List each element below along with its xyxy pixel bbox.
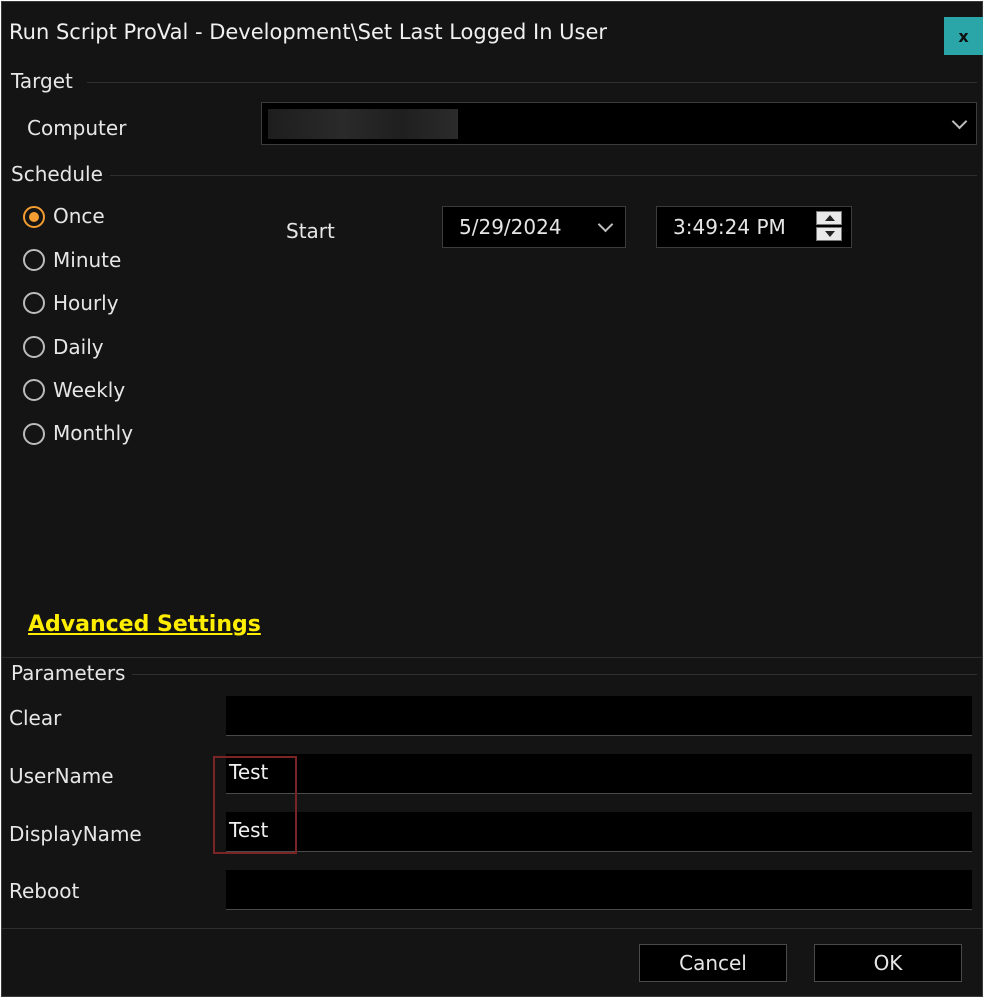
time-spinner[interactable] bbox=[816, 211, 846, 241]
schedule-divider bbox=[110, 175, 977, 176]
radio-monthly[interactable] bbox=[23, 423, 45, 445]
schedule-group-label: Schedule bbox=[11, 162, 103, 186]
computer-select[interactable] bbox=[261, 102, 977, 145]
radio-once-label[interactable]: Once bbox=[53, 204, 105, 228]
arrow-down-icon bbox=[825, 231, 835, 237]
radio-hourly-label[interactable]: Hourly bbox=[53, 291, 119, 315]
chevron-down-icon[interactable] bbox=[951, 113, 968, 130]
param-displayname-label: DisplayName bbox=[9, 822, 142, 846]
parameters-divider bbox=[132, 674, 977, 675]
param-clear-input[interactable] bbox=[226, 696, 972, 736]
param-username-label: UserName bbox=[9, 764, 114, 788]
highlight-annotation-box bbox=[213, 756, 297, 854]
radio-daily[interactable] bbox=[23, 336, 45, 358]
spin-up-button[interactable] bbox=[816, 211, 842, 225]
arrow-up-icon bbox=[825, 215, 835, 221]
parameters-top-divider bbox=[2, 657, 982, 658]
footer-divider bbox=[2, 928, 982, 929]
radio-minute-label[interactable]: Minute bbox=[53, 248, 121, 272]
chevron-down-icon[interactable] bbox=[597, 216, 614, 233]
parameters-group-label: Parameters bbox=[11, 661, 126, 685]
redacted-computer-name bbox=[268, 109, 458, 139]
window-title: Run Script ProVal - Development\Set Last… bbox=[9, 20, 608, 44]
spin-down-button[interactable] bbox=[816, 227, 842, 241]
start-date-value: 5/29/2024 bbox=[459, 215, 562, 239]
start-time-value: 3:49:24 PM bbox=[673, 215, 786, 239]
computer-label: Computer bbox=[27, 116, 127, 140]
ok-button[interactable]: OK bbox=[814, 944, 962, 982]
radio-weekly[interactable] bbox=[23, 379, 45, 401]
title-bar: Run Script ProVal - Development\Set Last… bbox=[2, 2, 983, 62]
param-clear-label: Clear bbox=[9, 706, 62, 730]
radio-hourly[interactable] bbox=[23, 292, 45, 314]
param-displayname-input[interactable]: Test bbox=[226, 812, 972, 852]
advanced-settings-link[interactable]: Advanced Settings bbox=[28, 612, 261, 637]
start-label: Start bbox=[286, 219, 335, 243]
radio-daily-label[interactable]: Daily bbox=[53, 335, 104, 359]
radio-minute[interactable] bbox=[23, 249, 45, 271]
radio-once[interactable] bbox=[23, 206, 45, 228]
close-button[interactable]: x bbox=[944, 17, 983, 55]
param-reboot-input[interactable] bbox=[226, 870, 972, 910]
radio-monthly-label[interactable]: Monthly bbox=[53, 421, 133, 445]
param-username-input[interactable]: Test bbox=[226, 754, 972, 794]
param-reboot-label: Reboot bbox=[9, 879, 80, 903]
run-script-dialog: Run Script ProVal - Development\Set Last… bbox=[1, 1, 983, 997]
radio-weekly-label[interactable]: Weekly bbox=[53, 378, 125, 402]
start-date-picker[interactable]: 5/29/2024 bbox=[442, 206, 626, 248]
cancel-button[interactable]: Cancel bbox=[639, 944, 787, 982]
target-group-label: Target bbox=[11, 69, 73, 93]
target-divider bbox=[87, 82, 977, 83]
